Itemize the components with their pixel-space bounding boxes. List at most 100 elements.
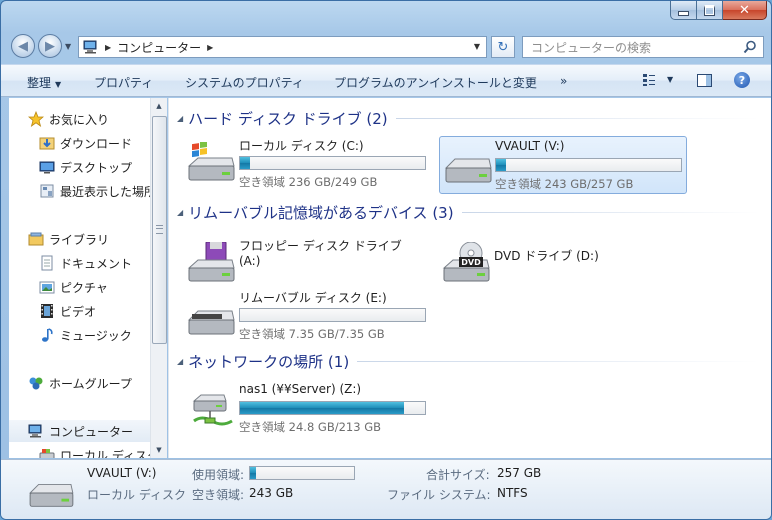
recent-pages-dropdown[interactable]: ▼ <box>65 42 71 51</box>
drive-name: リムーバブル ディスク (E:) <box>239 291 387 305</box>
drive-usage-bar <box>495 158 682 172</box>
homegroup-icon <box>29 377 43 390</box>
drive-letter: (A:) <box>239 254 261 268</box>
drive-free-space: 空き領域 24.8 GB/213 GB <box>239 420 381 434</box>
group-divider <box>461 211 759 213</box>
view-options-dropdown[interactable]: ▼ <box>667 75 673 84</box>
dvd-logo-text: DVD <box>461 258 481 267</box>
group-header-hard-disks[interactable]: ◢ ハード ディスク ドライブ (2) <box>169 107 769 129</box>
group-title: リムーバブル記憶域があるデバイス (3) <box>188 203 454 222</box>
sidebar-item-pictures[interactable]: ピクチャ <box>9 276 150 298</box>
scroll-up-icon[interactable]: ▲ <box>151 98 167 114</box>
back-button[interactable]: ◀ <box>11 34 35 58</box>
sidebar-item-music[interactable]: ミュージック <box>9 324 150 346</box>
sidebar-item-documents[interactable]: ドキュメント <box>9 252 150 274</box>
more-commands-button[interactable]: » <box>560 74 567 88</box>
sidebar-item-libraries[interactable]: ライブラリ <box>9 228 150 250</box>
content-pane: ◢ ハード ディスク ドライブ (2) ローカル ディスク (C:) 空き領域 … <box>168 98 771 458</box>
drive-usage-fill <box>496 159 506 171</box>
details-usage-bar <box>249 466 355 480</box>
uninstall-program-button[interactable]: プログラムのアンインストールと変更 <box>334 74 537 91</box>
breadcrumb-separator-icon[interactable]: ▶ <box>207 43 213 52</box>
close-button[interactable]: ✕ <box>723 1 767 20</box>
drive-tile-e[interactable]: リムーバブル ディスク (E:) 空き領域 7.35 GB/7.35 GB <box>186 286 434 344</box>
sidebar-item-recent-places[interactable]: 最近表示した場所 <box>9 180 150 202</box>
group-header-removable[interactable]: ◢ リムーバブル記憶域があるデバイス (3) <box>169 201 769 223</box>
sidebar-item-downloads[interactable]: ダウンロード <box>9 132 150 154</box>
address-bar[interactable]: ▶ コンピューター ▶ ▼ <box>78 36 487 58</box>
details-pane: VVAULT (V:) ローカル ディスク 使用領域: 空き領域: 243 GB… <box>1 459 771 519</box>
music-icon <box>42 328 53 342</box>
sidebar-item-label: お気に入り <box>49 112 110 127</box>
collapse-triangle-icon[interactable]: ◢ <box>177 208 183 217</box>
drive-tile-d[interactable]: DVD DVD ドライブ (D:) <box>441 234 689 292</box>
navigation-bar: ◀ ▶ ▼ ▶ コンピューター ▶ ▼ ↻ コンピューターの検索 <box>1 32 771 62</box>
details-filesystem-label: ファイル システム: <box>387 488 491 502</box>
hard-drive-icon <box>28 483 74 507</box>
sidebar-item-desktop[interactable]: デスクトップ <box>9 156 150 178</box>
minimize-button[interactable] <box>670 1 697 20</box>
drive-tile-z[interactable]: nas1 (¥¥Server) (Z:) 空き領域 24.8 GB/213 GB <box>186 379 434 437</box>
details-drive-type: ローカル ディスク <box>87 488 186 502</box>
sidebar-item-favorites[interactable]: お気に入り <box>9 108 150 130</box>
desktop-icon <box>39 161 55 174</box>
navigation-pane: お気に入り ダウンロード デスクトップ 最近表示した場所 ライブラリ ドキュメン… <box>9 98 150 458</box>
maximize-icon <box>704 4 715 16</box>
floppy-drive-icon <box>187 242 235 282</box>
drive-name: nas1 (¥¥Server) (Z:) <box>239 382 362 396</box>
explorer-window: ✕ ◀ ▶ ▼ ▶ コンピューター ▶ ▼ ↻ コンピューターの検索 整理 ▼ … <box>0 0 772 520</box>
sidebar-item-label: ローカル ディスク <box>60 448 150 459</box>
preview-pane-icon[interactable] <box>697 74 712 87</box>
sidebar-item-label: デスクトップ <box>60 160 133 175</box>
properties-button[interactable]: プロパティ <box>94 74 153 91</box>
hard-drive-icon <box>444 158 492 183</box>
collapse-triangle-icon[interactable]: ◢ <box>177 114 183 123</box>
videos-icon <box>41 304 53 318</box>
organize-button[interactable]: 整理 ▼ <box>27 74 61 91</box>
breadcrumb-computer[interactable]: コンピューター <box>117 39 201 56</box>
search-input[interactable]: コンピューターの検索 <box>531 39 743 56</box>
sidebar-item-videos[interactable]: ビデオ <box>9 300 150 322</box>
group-title: ハード ディスク ドライブ (2) <box>188 109 388 128</box>
navigation-pane-scrollbar[interactable]: ▲ ▼ <box>150 98 167 458</box>
network-drive-icon <box>192 394 233 426</box>
forward-arrow-icon: ▶ <box>45 38 55 54</box>
address-history-dropdown[interactable]: ▼ <box>474 42 480 51</box>
scroll-down-icon[interactable]: ▼ <box>151 442 167 458</box>
scrollbar-grip-icon <box>156 225 163 234</box>
computer-icon <box>28 424 42 438</box>
scrollbar-thumb[interactable] <box>152 116 167 344</box>
drive-tile-a[interactable]: フロッピー ディスク ドライブ (A:) <box>186 234 434 292</box>
drive-free-space: 空き領域 7.35 GB/7.35 GB <box>239 327 385 341</box>
pictures-icon <box>39 281 55 294</box>
help-icon[interactable]: ? <box>734 72 750 88</box>
drive-free-space: 空き領域 236 GB/249 GB <box>239 175 378 189</box>
sidebar-item-label: ホームグループ <box>49 376 132 391</box>
maximize-button[interactable] <box>697 1 723 20</box>
refresh-button[interactable]: ↻ <box>491 36 515 58</box>
breadcrumb-separator-icon[interactable]: ▶ <box>105 43 111 52</box>
forward-button[interactable]: ▶ <box>38 34 62 58</box>
change-view-icon[interactable] <box>642 73 656 87</box>
sidebar-item-local-disk[interactable]: ローカル ディスク <box>9 444 150 458</box>
sidebar-item-homegroup[interactable]: ホームグループ <box>9 372 150 394</box>
drive-tile-v[interactable]: VVAULT (V:) 空き領域 243 GB/257 GB <box>439 136 687 194</box>
sidebar-item-label: ビデオ <box>60 304 97 319</box>
computer-icon <box>83 40 97 54</box>
dvd-drive-icon: DVD <box>442 242 490 282</box>
group-header-network[interactable]: ◢ ネットワークの場所 (1) <box>169 350 769 372</box>
command-bar: 整理 ▼ プロパティ システムのプロパティ プログラムのアンインストールと変更 »… <box>1 64 771 97</box>
search-box[interactable]: コンピューターの検索 <box>522 36 764 58</box>
back-arrow-icon: ◀ <box>18 38 28 54</box>
drive-usage-bar <box>239 156 426 170</box>
drive-free-space: 空き領域 243 GB/257 GB <box>495 177 634 191</box>
details-total-label: 合計サイズ: <box>426 468 490 482</box>
drive-name: VVAULT (V:) <box>495 139 565 153</box>
sidebar-item-computer[interactable]: コンピューター <box>9 420 150 442</box>
drive-tile-c[interactable]: ローカル ディスク (C:) 空き領域 236 GB/249 GB <box>186 134 434 192</box>
minimize-icon <box>678 10 689 16</box>
details-free-label: 空き領域: <box>192 488 245 502</box>
star-icon <box>28 111 44 127</box>
system-properties-button[interactable]: システムのプロパティ <box>185 74 304 91</box>
collapse-triangle-icon[interactable]: ◢ <box>177 357 183 366</box>
